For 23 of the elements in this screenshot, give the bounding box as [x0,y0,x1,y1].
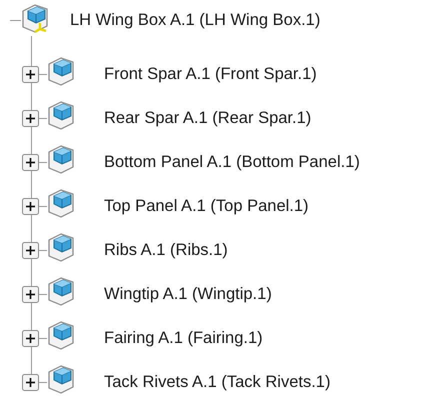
tree-connector [31,184,47,228]
tree-item[interactable]: Bottom Panel A.1 (Bottom Panel.1) [104,154,360,170]
tree-connector [31,140,47,184]
tree-item[interactable]: Tack Rivets A.1 (Tack Rivets.1) [104,374,330,390]
expand-icon[interactable] [22,198,39,215]
expand-icon[interactable] [22,242,39,259]
expand-icon[interactable] [22,154,39,171]
tree-item[interactable]: Ribs A.1 (Ribs.1) [104,242,228,258]
tree-item[interactable]: Wingtip A.1 (Wingtip.1) [104,286,272,302]
tree-connector [31,272,47,316]
tree-connector [31,96,47,140]
tree-item[interactable]: Front Spar A.1 (Front Spar.1) [104,66,317,82]
expand-icon[interactable] [22,330,39,347]
tree-connector [31,52,47,96]
expand-icon[interactable] [22,110,39,127]
tree-item[interactable]: Top Panel A.1 (Top Panel.1) [104,198,309,214]
tree-item[interactable]: LH Wing Box A.1 (LH Wing Box.1) [70,12,320,52]
expand-icon[interactable] [22,66,39,83]
expand-icon[interactable] [22,286,39,303]
tree-item[interactable]: Fairing A.1 (Fairing.1) [104,330,263,346]
tree-item[interactable]: Rear Spar A.1 (Rear Spar.1) [104,110,312,126]
tree-connector [31,228,47,272]
expand-icon[interactable] [22,374,39,391]
